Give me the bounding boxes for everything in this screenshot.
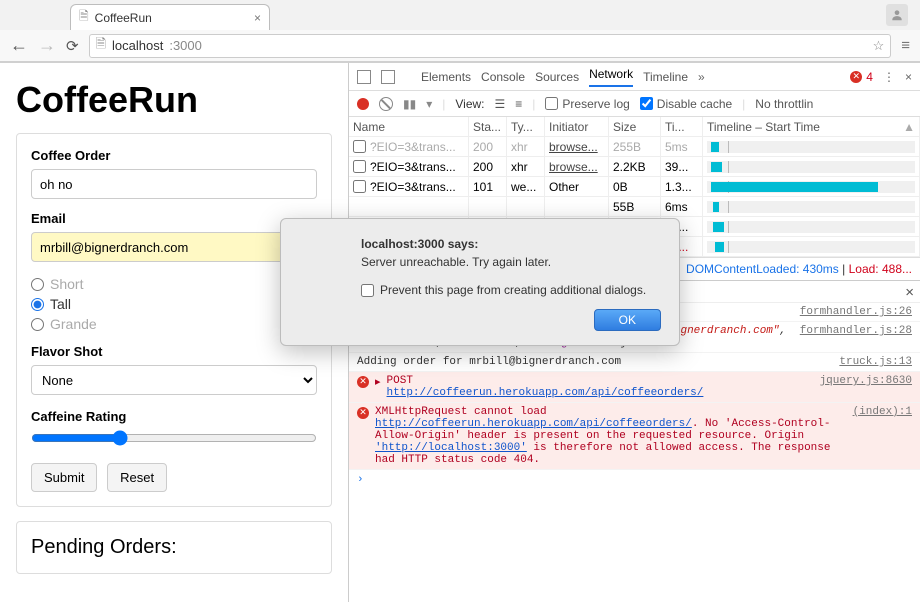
alert-origin: localhost:3000 says: <box>361 237 661 251</box>
console-log-line: Adding order for mrbill@bignerdranch.com… <box>349 353 920 372</box>
url-host: localhost <box>112 38 163 53</box>
size-grande-radio[interactable]: Grande <box>31 314 317 334</box>
submit-button[interactable]: Submit <box>31 463 97 492</box>
device-mode-icon[interactable] <box>381 70 395 84</box>
email-label: Email <box>31 211 317 226</box>
error-icon: ✕ <box>357 376 369 388</box>
tab-title: CoffeeRun <box>95 11 152 25</box>
row-checkbox[interactable] <box>353 180 366 193</box>
caffeine-label: Caffeine Rating <box>31 409 317 424</box>
devtools-menu-icon[interactable]: ⋮ <box>883 70 895 84</box>
error-badge-icon: ✕ <box>850 71 862 83</box>
dock-side-icon[interactable] <box>357 70 371 84</box>
alert-dialog: localhost:3000 says: Server unreachable.… <box>280 218 680 346</box>
console-prompt[interactable]: › <box>349 470 920 490</box>
back-button[interactable]: ← <box>10 35 28 56</box>
site-info-icon: 🗎 <box>96 35 106 57</box>
size-tall-radio[interactable]: Tall <box>31 294 317 314</box>
pending-orders-panel: Pending Orders: <box>16 521 332 574</box>
omnibox[interactable]: 🗎 localhost :3000 ☆ <box>89 34 892 58</box>
row-checkbox[interactable] <box>353 160 366 173</box>
network-toolbar: ▮▮ ▾ | View: ☰ ≡ | Preserve log Disable … <box>349 91 920 117</box>
domcontentloaded-time: DOMContentLoaded: 430ms <box>686 262 839 276</box>
page-title: CoffeeRun <box>16 79 332 121</box>
alert-ok-button[interactable]: OK <box>594 309 661 331</box>
large-rows-icon[interactable]: ☰ <box>495 97 506 111</box>
tab-sources[interactable]: Sources <box>535 70 579 84</box>
flavor-select[interactable]: None <box>31 365 317 395</box>
coffee-order-label: Coffee Order <box>31 148 317 163</box>
page-icon: 🗎 <box>79 7 89 28</box>
drawer-close-icon[interactable]: × <box>905 284 914 301</box>
size-short-radio[interactable]: Short <box>31 274 317 294</box>
coffee-order-input[interactable] <box>31 169 317 199</box>
console-error-line: ✕XMLHttpRequest cannot loadhttp://coffee… <box>349 403 920 470</box>
reload-button[interactable]: ⟳ <box>66 37 79 55</box>
tab-network[interactable]: Network <box>589 67 633 87</box>
source-link[interactable]: (index):1 <box>853 406 912 466</box>
alert-message: Server unreachable. Try again later. <box>361 255 661 269</box>
row-checkbox[interactable] <box>353 140 366 153</box>
size-radio-group: Short Tall Grande <box>31 274 317 334</box>
address-bar: ← → ⟳ 🗎 localhost :3000 ☆ ≡ <box>0 30 920 62</box>
tab-strip: 🗎 CoffeeRun × <box>0 0 920 30</box>
source-link[interactable]: formhandler.js:28 <box>800 325 912 349</box>
record-icon[interactable] <box>357 98 369 110</box>
reset-button[interactable]: Reset <box>107 463 167 492</box>
pending-orders-title: Pending Orders: <box>31 536 317 559</box>
flavor-label: Flavor Shot <box>31 344 317 359</box>
prevent-dialogs-checkbox[interactable]: Prevent this page from creating addition… <box>361 283 661 297</box>
url-port: :3000 <box>169 38 202 53</box>
error-icon: ✕ <box>357 407 369 419</box>
close-tab-icon[interactable]: × <box>254 11 261 25</box>
network-row[interactable]: ?EIO=3&trans...200xhrbrowse...255B5ms <box>349 137 920 157</box>
bookmark-star-icon[interactable]: ☆ <box>873 38 885 54</box>
source-link[interactable]: formhandler.js:26 <box>800 306 912 318</box>
devtools-close-icon[interactable]: × <box>905 70 912 84</box>
browser-chrome: 🗎 CoffeeRun × ← → ⟳ 🗎 localhost :3000 ☆ ≡ <box>0 0 920 63</box>
browser-tab[interactable]: 🗎 CoffeeRun × <box>70 4 270 30</box>
error-counter[interactable]: ✕4 <box>850 70 873 84</box>
tabs-overflow-icon[interactable]: » <box>698 70 705 84</box>
network-row[interactable]: ?EIO=3&trans...200xhrbrowse...2.2KB39... <box>349 157 920 177</box>
view-label: View: <box>455 97 484 111</box>
source-link[interactable]: jquery.js:8630 <box>820 375 912 399</box>
tab-elements[interactable]: Elements <box>421 70 471 84</box>
load-time: Load: 488... <box>849 262 912 276</box>
email-input[interactable] <box>31 232 317 262</box>
network-row[interactable]: ?EIO=3&trans...101we...Other0B1.3... <box>349 177 920 197</box>
forward-button[interactable]: → <box>38 35 56 56</box>
tab-console[interactable]: Console <box>481 70 525 84</box>
caffeine-slider[interactable] <box>31 430 317 446</box>
network-row[interactable]: 55B6ms <box>349 197 920 217</box>
tab-timeline[interactable]: Timeline <box>643 70 688 84</box>
camera-icon[interactable]: ▮▮ <box>403 97 416 111</box>
filter-icon[interactable]: ▾ <box>426 97 432 111</box>
source-link[interactable]: truck.js:13 <box>839 356 912 368</box>
chrome-menu-icon[interactable]: ≡ <box>901 37 910 54</box>
preserve-log-checkbox[interactable]: Preserve log <box>545 97 629 111</box>
throttling-select[interactable]: No throttlin <box>755 97 813 111</box>
devtools-tabstrip: Elements Console Sources Network Timelin… <box>349 63 920 91</box>
console-error-line: ✕▸POSThttp://coffeerun.herokuapp.com/api… <box>349 372 920 403</box>
small-rows-icon[interactable]: ≡ <box>515 97 522 111</box>
profile-avatar[interactable] <box>886 4 908 26</box>
network-table-header: Name Sta... Ty... Initiator Size Ti... T… <box>349 117 920 137</box>
disable-cache-checkbox[interactable]: Disable cache <box>640 97 732 111</box>
clear-icon[interactable] <box>379 97 393 111</box>
